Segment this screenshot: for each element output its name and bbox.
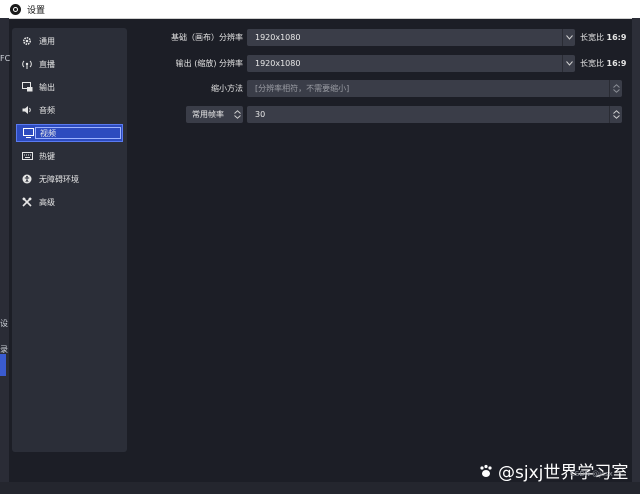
sidebar-item-video[interactable]: 视频 — [16, 124, 123, 142]
aspect-ratio-label: 长宽比 — [580, 33, 604, 42]
background-glyph: 设 — [0, 319, 8, 328]
sidebar-item-label: 通用 — [39, 36, 55, 46]
monitor-icon — [22, 127, 34, 139]
output-resolution-label: 输出 (缩放) 分辨率 — [175, 59, 243, 68]
sidebar-item-label: 输出 — [39, 82, 55, 92]
sidebar-item-label: 高级 — [39, 197, 55, 207]
background-blue-tab — [0, 354, 6, 376]
base-resolution-label: 基础（画布）分辨率 — [171, 33, 243, 42]
fps-value-combo[interactable]: 30 — [247, 106, 622, 123]
accessibility-icon — [21, 173, 33, 185]
aspect-ratio-value: 16:9 — [606, 33, 627, 42]
sidebar-item-label: 音频 — [39, 105, 55, 115]
sidebar-item-general[interactable]: 通用 — [16, 32, 123, 50]
spinner-icon[interactable] — [609, 80, 622, 97]
sidebar-item-hotkeys[interactable]: 热键 — [16, 147, 123, 165]
csdn-watermark: CSDN @jcsx — [570, 470, 613, 478]
spinner-icon[interactable] — [609, 106, 622, 123]
fps-type-combo[interactable]: 常用帧率 — [186, 106, 243, 123]
title-bar: 设置 — [0, 0, 640, 19]
window-title: 设置 — [27, 5, 46, 16]
background-window-right — [632, 18, 640, 494]
sidebar-item-label: 直播 — [39, 59, 55, 69]
sidebar-item-advanced[interactable]: 高级 — [16, 193, 123, 211]
output-aspect-ratio: 长宽比 16:9 — [580, 58, 626, 69]
background-glyph: 录 — [0, 345, 8, 354]
base-resolution-combo[interactable]: 1920x1080 — [247, 29, 575, 46]
sidebar-item-accessibility[interactable]: 无障碍环境 — [16, 170, 123, 188]
gear-icon — [21, 35, 33, 47]
aspect-ratio-value: 16:9 — [606, 59, 627, 68]
obs-logo-icon — [10, 3, 21, 15]
keyboard-icon — [21, 150, 33, 162]
focus-outline — [35, 127, 121, 139]
sidebar-item-audio[interactable]: 音频 — [16, 101, 123, 119]
base-resolution-value: 1920x1080 — [255, 33, 301, 42]
output-resolution-value: 1920x1080 — [255, 59, 301, 68]
downscale-filter-label: 缩小方法 — [211, 84, 243, 93]
fps-type-value: 常用帧率 — [192, 110, 224, 119]
base-aspect-ratio: 长宽比 16:9 — [580, 32, 626, 43]
downscale-filter-combo[interactable]: [分辨率相符，不需要缩小] — [247, 80, 622, 97]
output-icon — [21, 81, 33, 93]
settings-sidebar: 通用 直播 输出 音频 视频 热键 无障碍环境 高级 — [12, 28, 127, 452]
chevron-down-icon[interactable] — [562, 29, 575, 46]
background-status-bar — [0, 482, 640, 494]
spinner-icon[interactable] — [231, 106, 243, 123]
background-glyph: FC — [0, 54, 11, 63]
sidebar-item-label: 热键 — [39, 151, 55, 161]
sidebar-item-output[interactable]: 输出 — [16, 78, 123, 96]
tools-icon — [21, 196, 33, 208]
aspect-ratio-label: 长宽比 — [580, 59, 604, 68]
chevron-down-icon[interactable] — [562, 55, 575, 72]
paw-icon — [480, 464, 492, 477]
speaker-icon — [21, 104, 33, 116]
background-window-left: FC 设 录 — [0, 18, 11, 494]
downscale-filter-value: [分辨率相符，不需要缩小] — [255, 84, 350, 93]
broadcast-icon — [21, 58, 33, 70]
sidebar-item-stream[interactable]: 直播 — [16, 55, 123, 73]
output-resolution-combo[interactable]: 1920x1080 — [247, 55, 575, 72]
fps-value: 30 — [255, 110, 266, 119]
sidebar-item-label: 无障碍环境 — [39, 174, 79, 184]
